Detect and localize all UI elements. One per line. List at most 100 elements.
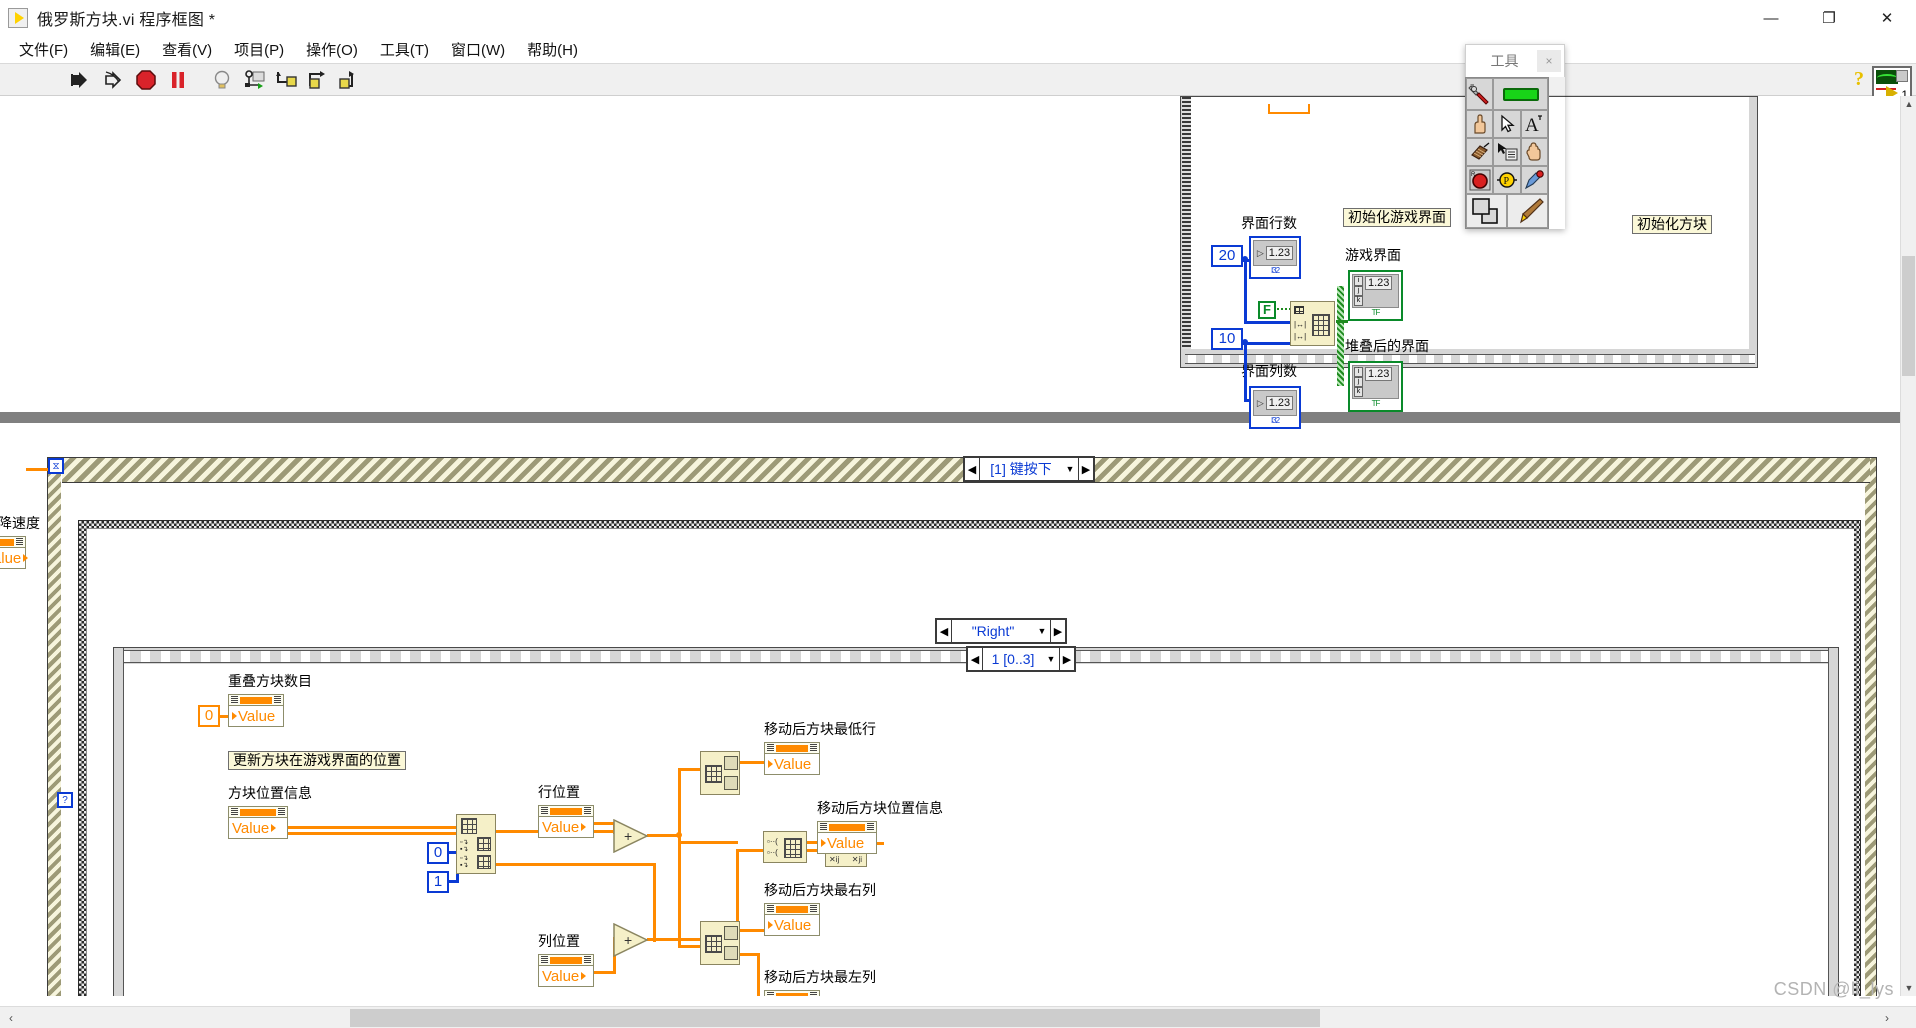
pane-splitter[interactable] [0,412,1900,423]
function-index-array[interactable]: ▫↴ ▪↴ ▫↴ ▪↴ [456,814,496,874]
terminal-game-ui[interactable]: ijk 1.23 TF [1348,270,1403,321]
tool-operate-value[interactable] [1466,110,1494,138]
function-array-max-min-row[interactable] [700,751,740,795]
tools-palette[interactable]: 工具 × A R P [1465,44,1565,229]
constant-boolean-false[interactable]: F [1258,301,1276,319]
maximize-button[interactable]: ❐ [1800,0,1858,36]
step-out-button[interactable] [336,66,364,94]
numeric-case-structure[interactable] [113,647,1839,996]
constant-rows-20[interactable]: 20 [1211,245,1243,267]
prop-overlap-count[interactable]: Value [228,694,284,727]
scroll-left-arrow-icon[interactable]: ‹ [2,1009,20,1027]
case-prev-arrow-icon[interactable]: ◀ [968,648,983,670]
chevron-down-icon[interactable]: ▼ [1034,626,1050,636]
menu-file[interactable]: 文件(F) [8,37,79,62]
comment-init-block[interactable]: 初始化方块 [1632,215,1712,235]
terminal-ui-cols[interactable]: ▷ 1.23 I32 [1249,386,1301,429]
tool-object-shortcut-menu[interactable] [1493,138,1521,166]
menu-help[interactable]: 帮助(H) [516,37,589,62]
prop-moved-position-info[interactable]: Value [817,821,877,854]
tool-position-size-select[interactable] [1493,110,1521,138]
event-case-selector[interactable]: ◀ [1] 键按下 ▼ ▶ [963,456,1095,482]
tool-scroll-window[interactable] [1520,138,1548,166]
run-continuously-button[interactable] [100,66,128,94]
tool-automatic-selection[interactable] [1466,78,1494,110]
highlight-execution-button[interactable] [208,66,236,94]
prop-moved-lowest-row[interactable]: Value [764,742,820,775]
tool-edit-text[interactable]: A [1520,110,1548,138]
close-button[interactable]: ✕ [1858,0,1916,36]
tool-auto-indicator[interactable] [1493,78,1548,110]
numeric-case-selector[interactable]: ◀ 1 [0..3] ▼ ▶ [966,646,1076,672]
numeric-display-glyph: 1.23 [1265,246,1294,260]
wire-maxmin-to-lowestrow [739,761,767,764]
prop-node-body: Value [818,833,876,853]
menu-operate[interactable]: 操作(O) [295,37,369,62]
block-diagram-canvas[interactable]: 初始化游戏界面 初始化方块 界面行数 界面列数 游戏界面 堆叠后的界面 20 1… [0,96,1900,996]
pause-button[interactable] [164,66,192,94]
tool-get-set-color[interactable] [1520,166,1548,194]
menu-window[interactable]: 窗口(W) [440,37,516,62]
menu-tools[interactable]: 工具(T) [369,37,440,62]
constant-cols-10[interactable]: 10 [1211,328,1243,350]
wire-add-row-up [678,768,681,837]
operating-hand-icon [1474,114,1486,134]
case-next-arrow-icon[interactable]: ▶ [1078,458,1093,480]
loop-tunnel-top-left[interactable]: ⧖ [48,458,64,474]
chevron-down-icon[interactable]: ▼ [1043,654,1059,664]
prop-col-position[interactable]: Value [538,954,594,987]
prop-block-position-info[interactable]: Value [228,806,288,839]
scroll-down-arrow-icon[interactable]: ▼ [1901,980,1916,996]
close-icon[interactable]: × [1537,50,1561,72]
abort-button[interactable] [132,66,160,94]
tool-connect-wire[interactable] [1466,138,1494,166]
menu-view[interactable]: 查看(V) [151,37,223,62]
loop-tunnel-conditional[interactable]: ? [57,792,73,808]
prop-moved-rightmost-col[interactable]: Value [764,903,820,936]
case-prev-arrow-icon[interactable]: ◀ [937,620,952,642]
constant-overlap-0[interactable]: 0 [198,705,220,727]
scroll-up-arrow-icon[interactable]: ▲ [1901,96,1916,112]
run-button[interactable] [68,66,96,94]
scroll-right-arrow-icon[interactable]: › [1878,1009,1896,1027]
case-next-arrow-icon[interactable]: ▶ [1050,620,1065,642]
comment-init-game-ui[interactable]: 初始化游戏界面 [1343,208,1451,228]
comment-update-block-position[interactable]: 更新方块在游戏界面的位置 [228,751,406,771]
tool-paint[interactable] [1507,194,1548,228]
terminal-ui-rows[interactable]: ▷ 1.23 I32 [1249,236,1301,279]
step-into-button[interactable] [272,66,300,94]
prop-row-position[interactable]: Value [538,805,594,838]
prop-moved-leftmost-col[interactable]: Value [764,990,820,996]
tools-palette-titlebar[interactable]: 工具 × [1465,44,1565,77]
retain-wire-values-button[interactable] [240,66,268,94]
vertical-scroll-thumb[interactable] [1902,256,1915,376]
case-next-arrow-icon[interactable]: ▶ [1059,648,1074,670]
terminal-type-tag: TF [1371,399,1381,408]
step-over-button[interactable] [304,66,332,94]
constant-index-1[interactable]: 1 [427,871,449,893]
function-add-row[interactable]: + [613,819,649,853]
horizontal-scroll-thumb[interactable] [350,1009,1320,1027]
vertical-scrollbar[interactable]: ▲ ▼ [1900,96,1916,996]
tool-color-foreground-background[interactable] [1466,194,1507,228]
label-moved-position-info: 移动后方块位置信息 [817,800,943,816]
prop-pin-left-icon [231,808,238,816]
tool-set-clear-breakpoint[interactable]: R [1466,166,1494,194]
function-add-col[interactable]: + [613,923,649,957]
function-array-max-min-col[interactable] [700,921,740,965]
terminal-stacked-ui[interactable]: ijk 1.23 TF [1348,361,1403,412]
context-help-icon[interactable]: ? [1854,68,1864,91]
chevron-down-icon[interactable]: ▼ [1062,464,1078,474]
case-prev-arrow-icon[interactable]: ◀ [965,458,980,480]
tool-probe-data[interactable]: P [1493,166,1521,194]
menu-project[interactable]: 项目(P) [223,37,295,62]
function-build-array[interactable]: ▫··(▫··( [763,831,807,863]
function-initialize-array[interactable]: |↔| |↔| [1290,301,1335,346]
prop-drop-speed[interactable]: Value [0,536,29,569]
horizontal-scrollbar[interactable]: ‹ › [0,1006,1916,1028]
minimize-button[interactable]: — [1742,0,1800,36]
string-case-selector[interactable]: ◀ "Right" ▼ ▶ [935,618,1067,644]
constant-index-0[interactable]: 0 [427,842,449,864]
step-out-icon [339,70,354,89]
menu-edit[interactable]: 编辑(E) [79,37,151,62]
